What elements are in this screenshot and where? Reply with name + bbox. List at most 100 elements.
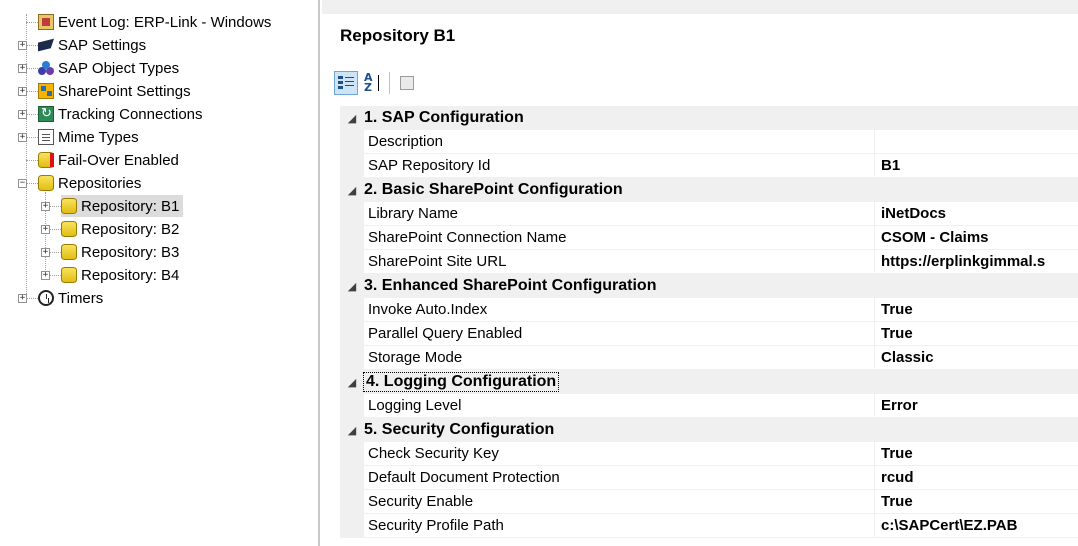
tree-item-tracking-connections[interactable]: Tracking Connections <box>38 103 203 125</box>
property-row[interactable]: Library Name iNetDocs <box>340 202 1078 226</box>
property-name[interactable]: Security Profile Path <box>364 514 875 537</box>
property-row[interactable]: Storage Mode Classic <box>340 346 1078 370</box>
expand-icon[interactable]: + <box>41 271 50 280</box>
property-value[interactable]: https://erplinkgimmal.s <box>875 250 1078 273</box>
property-name[interactable]: Logging Level <box>364 394 875 417</box>
page-title: Repository B1 <box>340 26 456 45</box>
categorized-button[interactable] <box>334 71 358 95</box>
collapse-icon[interactable]: − <box>18 179 27 188</box>
property-name[interactable]: Default Document Protection <box>364 466 875 489</box>
expand-icon[interactable]: + <box>41 202 50 211</box>
property-name[interactable]: SharePoint Connection Name <box>364 226 875 249</box>
property-row[interactable]: SAP Repository Id B1 <box>340 154 1078 178</box>
expand-icon[interactable]: + <box>18 294 27 303</box>
tree-item-label: Timers <box>58 289 104 307</box>
category-row[interactable]: ◢ 4. Logging Configuration <box>340 370 1078 394</box>
tree-connector <box>50 252 61 253</box>
category-row[interactable]: ◢ 5. Security Configuration <box>340 418 1078 442</box>
tree-item-repository-b3[interactable]: Repository: B3 <box>61 241 179 263</box>
row-margin <box>340 154 364 177</box>
collapse-arrow-icon[interactable]: ◢ <box>340 112 364 125</box>
property-row[interactable]: Security Profile Path c:\SAPCert\EZ.PAB <box>340 514 1078 538</box>
tree-item-sap-settings[interactable]: SAP Settings <box>38 34 146 56</box>
category-row[interactable]: ◢ 2. Basic SharePoint Configuration <box>340 178 1078 202</box>
property-grid: ◢ 1. SAP Configuration Description SAP Repo… <box>340 106 1078 538</box>
tree-connector <box>27 68 38 69</box>
property-name[interactable]: SAP Repository Id <box>364 154 875 177</box>
category-row[interactable]: ◢ 1. SAP Configuration <box>340 106 1078 130</box>
property-value[interactable]: Error <box>875 394 1078 417</box>
tree-item-repository-b2[interactable]: Repository: B2 <box>61 218 179 240</box>
row-margin <box>340 394 364 417</box>
tree-connector <box>26 22 38 23</box>
property-name[interactable]: Storage Mode <box>364 346 875 369</box>
tree-connector <box>27 91 38 92</box>
tree-connector <box>27 298 38 299</box>
property-row[interactable]: Description <box>340 130 1078 154</box>
row-margin <box>340 202 364 225</box>
top-strip <box>322 0 1078 14</box>
tree-item-fail-over-enabled[interactable]: Fail-Over Enabled <box>38 149 179 171</box>
collapse-arrow-icon[interactable]: ◢ <box>340 376 364 389</box>
expand-icon[interactable]: + <box>18 64 27 73</box>
property-row[interactable]: SharePoint Site URL https://erplinkgimmal… <box>340 250 1078 274</box>
tree-item-timers[interactable]: Timers <box>38 287 103 309</box>
category-row[interactable]: ◢ 3. Enhanced SharePoint Configuration <box>340 274 1078 298</box>
database-icon <box>38 175 54 191</box>
tree-item-repository-b1[interactable]: Repository: B1 <box>61 195 184 217</box>
expand-icon[interactable]: + <box>18 87 27 96</box>
database-icon <box>61 244 77 260</box>
tree-item-label: Repository: B2 <box>81 220 180 238</box>
property-value[interactable]: Classic <box>875 346 1078 369</box>
row-margin <box>340 322 364 345</box>
property-pages-button[interactable] <box>395 71 419 95</box>
property-value[interactable]: B1 <box>875 154 1078 177</box>
property-name[interactable]: Parallel Query Enabled <box>364 322 875 345</box>
property-row[interactable]: Security Enable True <box>340 490 1078 514</box>
tree-item-event-log[interactable]: Event Log: ERP-Link - Windows <box>38 11 271 33</box>
property-row[interactable]: Invoke Auto.Index True <box>340 298 1078 322</box>
tree-item-repositories[interactable]: Repositories <box>38 172 141 194</box>
expand-icon[interactable]: + <box>41 248 50 257</box>
property-row[interactable]: Parallel Query Enabled True <box>340 322 1078 346</box>
property-value[interactable]: True <box>875 442 1078 465</box>
expand-icon[interactable]: + <box>18 41 27 50</box>
property-value[interactable]: CSOM - Claims <box>875 226 1078 249</box>
collapse-arrow-icon[interactable]: ◢ <box>340 184 364 197</box>
expand-icon[interactable]: + <box>18 133 27 142</box>
tree-item-label: Mime Types <box>58 128 139 146</box>
tree-connector <box>50 229 61 230</box>
property-value[interactable]: rcud <box>875 466 1078 489</box>
expand-icon[interactable]: + <box>41 225 50 234</box>
property-value[interactable]: True <box>875 490 1078 513</box>
sort-az-bottom: Z <box>364 81 372 94</box>
alphabetical-button[interactable]: A Z <box>360 71 384 95</box>
property-name[interactable]: Description <box>364 130 875 153</box>
property-name[interactable]: Check Security Key <box>364 442 875 465</box>
tree-item-sap-object-types[interactable]: SAP Object Types <box>38 57 179 79</box>
clock-icon <box>38 290 54 306</box>
property-value[interactable] <box>875 130 1078 153</box>
property-value[interactable]: True <box>875 298 1078 321</box>
property-value[interactable]: c:\SAPCert\EZ.PAB <box>875 514 1078 537</box>
tree-item-label: Fail-Over Enabled <box>58 151 179 169</box>
tree-item-mime-types[interactable]: Mime Types <box>38 126 139 148</box>
tree-item-sharepoint-settings[interactable]: SharePoint Settings <box>38 80 191 102</box>
property-name[interactable]: Library Name <box>364 202 875 225</box>
property-value[interactable]: True <box>875 322 1078 345</box>
property-name[interactable]: Invoke Auto.Index <box>364 298 875 321</box>
tree-item-repository-b4[interactable]: Repository: B4 <box>61 264 179 286</box>
row-margin <box>340 466 364 489</box>
row-margin <box>340 442 364 465</box>
property-row[interactable]: Default Document Protection rcud <box>340 466 1078 490</box>
database-icon <box>61 221 77 237</box>
property-row[interactable]: Logging Level Error <box>340 394 1078 418</box>
property-row[interactable]: Check Security Key True <box>340 442 1078 466</box>
expand-icon[interactable]: + <box>18 110 27 119</box>
collapse-arrow-icon[interactable]: ◢ <box>340 280 364 293</box>
property-name[interactable]: SharePoint Site URL <box>364 250 875 273</box>
collapse-arrow-icon[interactable]: ◢ <box>340 424 364 437</box>
property-row[interactable]: SharePoint Connection Name CSOM - Claims <box>340 226 1078 250</box>
property-name[interactable]: Security Enable <box>364 490 875 513</box>
property-value[interactable]: iNetDocs <box>875 202 1078 225</box>
